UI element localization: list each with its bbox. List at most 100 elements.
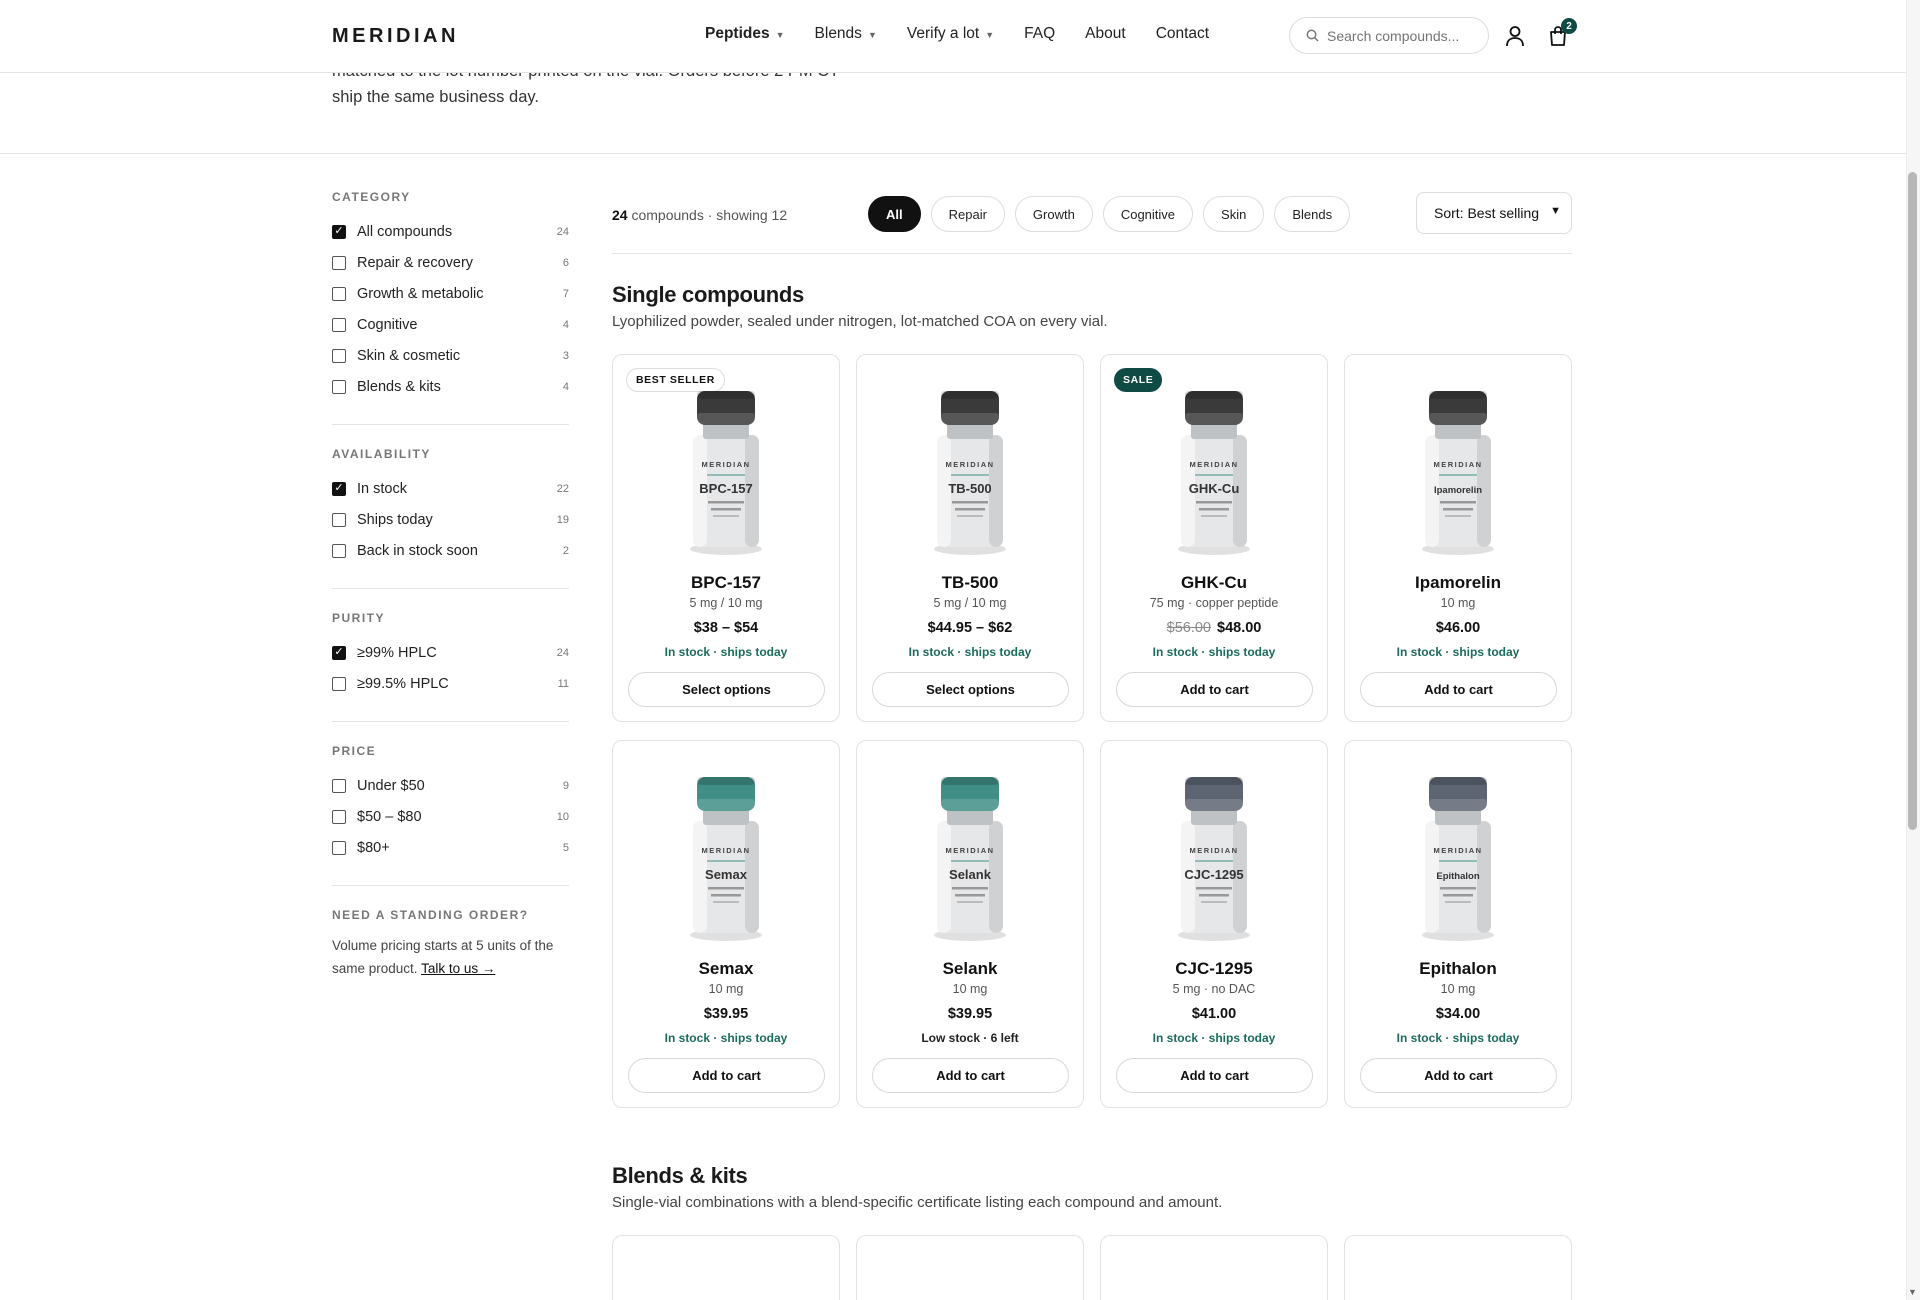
filter-option[interactable]: Skin & cosmetic 3: [332, 340, 569, 371]
filter-count: 24: [556, 646, 569, 659]
filter-label: All compounds: [357, 223, 453, 240]
product-name[interactable]: Semax: [613, 959, 839, 979]
sale-badge: SALE: [1114, 368, 1163, 392]
select-options-button[interactable]: Select options: [872, 672, 1069, 707]
checkbox[interactable]: [332, 317, 346, 332]
product-name[interactable]: CJC-1295: [1101, 959, 1327, 979]
filter-count: 6: [562, 256, 569, 269]
product-card[interactable]: MERIDIAN Epithalon Epithalon 10 mg $34.00 I…: [1344, 740, 1572, 1108]
checkbox[interactable]: [332, 481, 346, 496]
product-image[interactable]: MERIDIAN CJC-1295: [1171, 773, 1257, 948]
product-name[interactable]: BPC-157: [613, 573, 839, 593]
chip-blends[interactable]: Blends: [1274, 196, 1351, 232]
product-card[interactable]: MERIDIAN Selank Selank 10 mg $39.95 Low sto…: [856, 740, 1084, 1108]
product-price: $46.00: [1435, 620, 1481, 636]
product-card[interactable]: [1344, 1235, 1572, 1300]
product-image[interactable]: MERIDIAN GHK-Cu: [1171, 387, 1257, 562]
chip-repair[interactable]: Repair: [930, 196, 1005, 232]
filter-option[interactable]: Under $50 9: [332, 770, 569, 801]
nav-faq[interactable]: FAQ: [1024, 25, 1055, 43]
filter-count: 22: [556, 482, 569, 495]
product-name[interactable]: Selank: [857, 959, 1083, 979]
checkbox[interactable]: [332, 348, 346, 363]
nav-about[interactable]: About: [1085, 25, 1126, 43]
nav-verify-a-lot[interactable]: Verify a lot ▼: [907, 25, 994, 43]
filter-option[interactable]: Growth & metabolic 7: [332, 278, 569, 309]
checkbox[interactable]: [332, 224, 346, 239]
section-subtitle: Lyophilized powder, sealed under nitroge…: [612, 313, 1108, 330]
select-options-button[interactable]: Select options: [628, 672, 825, 707]
product-price: $56.00 $48.00: [1101, 620, 1327, 636]
nav-peptides[interactable]: Peptides ▼: [705, 25, 785, 43]
filter-option[interactable]: $50 – $80 10: [332, 801, 569, 832]
filter-option[interactable]: Cognitive 4: [332, 309, 569, 340]
checkbox[interactable]: [332, 543, 346, 558]
chip-cognitive[interactable]: Cognitive: [1102, 196, 1194, 232]
product-card[interactable]: [856, 1235, 1084, 1300]
logo[interactable]: MERIDIAN: [332, 25, 459, 48]
checkbox[interactable]: [332, 512, 346, 527]
account-icon[interactable]: [1505, 25, 1525, 47]
nav-label: Verify a lot: [906, 25, 980, 42]
filter-option[interactable]: Repair & recovery 6: [332, 247, 569, 278]
checkbox[interactable]: [332, 645, 346, 660]
product-card[interactable]: SALE MERIDIAN GHK-Cu GHK-Cu 75 mg · coppe…: [1100, 354, 1328, 722]
product-name[interactable]: Epithalon: [1345, 959, 1571, 979]
sort-select[interactable]: Sort: Best selling ▼: [1416, 192, 1572, 234]
checkbox[interactable]: [332, 286, 346, 301]
product-image[interactable]: MERIDIAN Epithalon: [1415, 773, 1501, 948]
product-name[interactable]: TB-500: [857, 573, 1083, 593]
product-dose: 10 mg: [1440, 982, 1476, 996]
checkbox[interactable]: [332, 255, 346, 270]
checkbox[interactable]: [332, 778, 346, 793]
product-card[interactable]: BEST SELLER MERIDIAN BPC-157 BPC-157 5 mg…: [612, 354, 840, 722]
filter-option[interactable]: Ships today 19: [332, 504, 569, 535]
chip-all[interactable]: All: [868, 196, 921, 232]
product-image[interactable]: MERIDIAN Ipamorelin: [1415, 387, 1501, 562]
search-input[interactable]: [1327, 27, 1477, 44]
product-image[interactable]: MERIDIAN Selank: [927, 773, 1013, 948]
filter-option[interactable]: ≥99% HPLC 24: [332, 637, 569, 668]
filter-option[interactable]: ≥99.5% HPLC 11: [332, 668, 569, 699]
checkbox[interactable]: [332, 676, 346, 691]
talk-to-us-link[interactable]: Talk to us →: [421, 961, 495, 976]
product-name[interactable]: GHK-Cu: [1101, 573, 1327, 593]
search-box[interactable]: [1289, 17, 1489, 54]
add-to-cart-button[interactable]: Add to cart: [1116, 672, 1313, 707]
add-to-cart-button[interactable]: Add to cart: [1360, 1058, 1557, 1093]
chevron-down-icon: ▼: [775, 30, 785, 40]
product-image[interactable]: MERIDIAN BPC-157: [683, 387, 769, 562]
nav-contact[interactable]: Contact: [1156, 25, 1209, 43]
product-card[interactable]: [1100, 1235, 1328, 1300]
checkbox[interactable]: [332, 809, 346, 824]
checkbox[interactable]: [332, 379, 346, 394]
chip-growth[interactable]: Growth: [1014, 196, 1093, 232]
product-card[interactable]: MERIDIAN CJC-1295 CJC-1295 5 mg · no DAC $…: [1100, 740, 1328, 1108]
filter-option[interactable]: In stock 22: [332, 473, 569, 504]
product-card[interactable]: MERIDIAN Semax Semax 10 mg $39.95 In stock …: [612, 740, 840, 1108]
add-to-cart-button[interactable]: Add to cart: [1116, 1058, 1313, 1093]
product-card[interactable]: [612, 1235, 840, 1300]
checkbox[interactable]: [332, 840, 346, 855]
filter-option[interactable]: Blends & kits 4: [332, 371, 569, 402]
product-image[interactable]: MERIDIAN Semax: [683, 773, 769, 948]
svg-text:CJC-1295: CJC-1295: [1184, 867, 1243, 882]
product-image[interactable]: MERIDIAN TB-500: [927, 387, 1013, 562]
filter-label: Ships today: [357, 511, 433, 528]
filter-option[interactable]: All compounds 24: [332, 216, 569, 247]
sort-label: Sort: Best selling: [1434, 205, 1540, 221]
scroll-down-arrow[interactable]: ▼: [1908, 1287, 1917, 1297]
intro-line: ship the same business day.: [332, 88, 539, 106]
filter-option[interactable]: $80+ 5: [332, 832, 569, 863]
add-to-cart-button[interactable]: Add to cart: [628, 1058, 825, 1093]
nav-blends[interactable]: Blends ▼: [815, 25, 877, 43]
product-card[interactable]: MERIDIAN Ipamorelin Ipamorelin 10 mg $46.0…: [1344, 354, 1572, 722]
product-card[interactable]: MERIDIAN TB-500 TB-500 5 mg / 10 mg $44.95…: [856, 354, 1084, 722]
add-to-cart-button[interactable]: Add to cart: [1360, 672, 1557, 707]
product-name[interactable]: Ipamorelin: [1345, 573, 1571, 593]
add-to-cart-button[interactable]: Add to cart: [872, 1058, 1069, 1093]
scrollbar-thumb[interactable]: [1908, 172, 1917, 830]
chip-skin[interactable]: Skin: [1203, 196, 1265, 232]
filter-option[interactable]: Back in stock soon 2: [332, 535, 569, 566]
product-price: $39.95: [703, 1006, 749, 1022]
